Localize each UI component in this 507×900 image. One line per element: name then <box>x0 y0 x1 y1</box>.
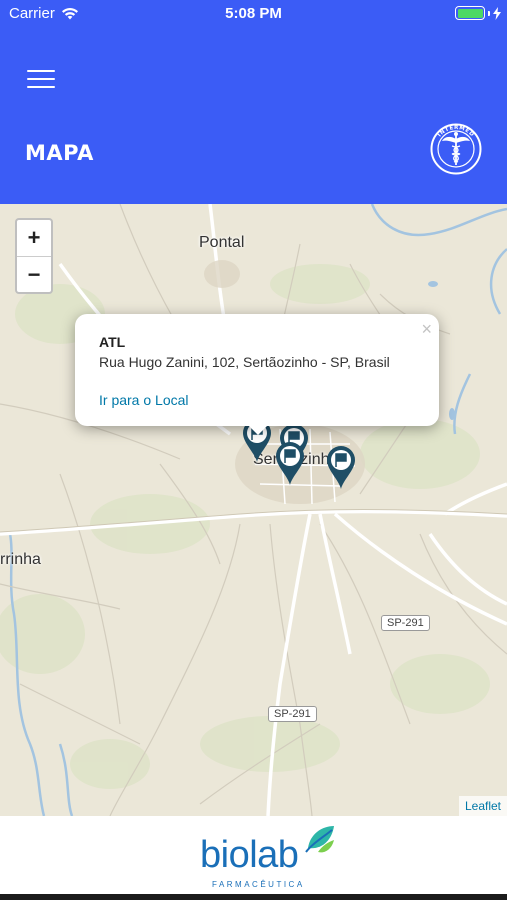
status-right <box>455 6 501 20</box>
road-shield-sp291-b: SP-291 <box>268 706 317 722</box>
location-popup: × ATL Rua Hugo Zanini, 102, Sertãozinho … <box>75 314 439 426</box>
footer: biolab FARMACÊUTICA <box>0 816 507 894</box>
battery-icon <box>455 6 485 20</box>
page-title: MAPA <box>25 141 94 165</box>
map-pin-flag-icon[interactable] <box>274 440 306 486</box>
map-view[interactable]: Pontal Sertãozinho rrinha SP-291 SP-291 … <box>0 204 507 816</box>
popup-tip <box>248 425 268 435</box>
app-header: Carrier 5:08 PM MAPA INTERMED <box>0 0 507 204</box>
road-shield-sp291-a: SP-291 <box>381 615 430 631</box>
zoom-out-button[interactable]: − <box>17 256 51 292</box>
zoom-control: + − <box>15 218 53 294</box>
status-bar: Carrier 5:08 PM <box>0 0 507 28</box>
map-pin-flag-icon[interactable] <box>325 444 357 490</box>
logo-subtitle: FARMACÊUTICA <box>212 880 305 889</box>
popup-address: Rua Hugo Zanini, 102, Sertãozinho - SP, … <box>99 354 390 370</box>
hamburger-menu-icon[interactable] <box>27 70 55 90</box>
map-base-layer <box>0 204 507 816</box>
status-time: 5:08 PM <box>225 5 282 22</box>
place-label-rrinha: rrinha <box>0 551 41 568</box>
home-indicator-bar <box>0 894 507 900</box>
go-to-location-link[interactable]: Ir para o Local <box>99 392 415 408</box>
logo-leaf-icon <box>305 826 334 853</box>
svg-text:INTERMED: INTERMED <box>437 125 475 138</box>
place-label-pontal: Pontal <box>199 234 245 251</box>
popup-title: ATL <box>99 334 126 350</box>
emblem-text: INTERMED <box>437 125 475 138</box>
leaflet-attribution-link[interactable]: Leaflet <box>458 796 507 816</box>
popup-close-icon[interactable]: × <box>421 319 432 340</box>
charging-bolt-icon <box>493 6 501 20</box>
zoom-in-button[interactable]: + <box>17 220 51 256</box>
biolab-logo: biolab FARMACÊUTICA <box>200 822 340 892</box>
logo-wordmark: biolab <box>200 834 299 876</box>
